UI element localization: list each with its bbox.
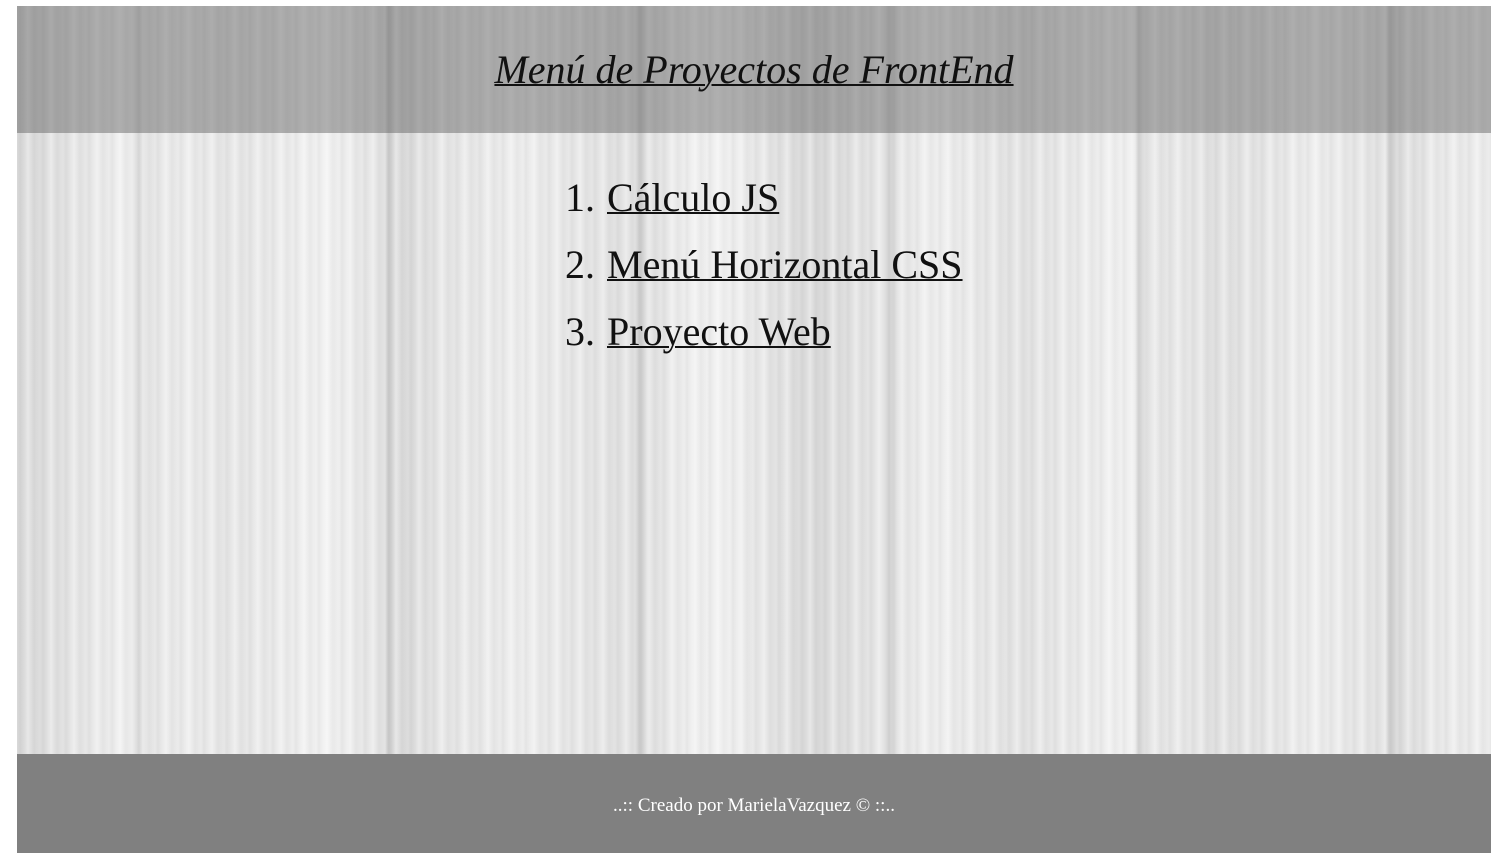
link-proyecto-web[interactable]: Proyecto Web xyxy=(607,309,831,354)
menu-item-number: 1. xyxy=(565,175,595,220)
header-banner: Menú de Proyectos de FrontEnd xyxy=(17,6,1491,133)
footer: ..:: Creado por MarielaVazquez © ::.. xyxy=(17,754,1491,853)
link-calculo-js[interactable]: Cálculo JS xyxy=(607,175,779,220)
menu-item-menu-horizontal-css: 2. Menú Horizontal CSS xyxy=(565,243,963,310)
footer-credit: ..:: Creado por MarielaVazquez © ::.. xyxy=(613,795,895,816)
menu-item-calculo-js: 1. Cálculo JS xyxy=(565,176,963,243)
menu-item-proyecto-web: 3. Proyecto Web xyxy=(565,310,963,377)
page-frame: Menú de Proyectos de FrontEnd 1. Cálculo … xyxy=(17,6,1491,853)
menu-item-number: 3. xyxy=(565,309,595,354)
project-menu: 1. Cálculo JS 2. Menú Horizontal CSS 3. Pro… xyxy=(565,176,963,377)
menu-item-number: 2. xyxy=(565,242,595,287)
page-title: Menú de Proyectos de FrontEnd xyxy=(494,47,1014,92)
link-menu-horizontal-css[interactable]: Menú Horizontal CSS xyxy=(607,242,963,287)
